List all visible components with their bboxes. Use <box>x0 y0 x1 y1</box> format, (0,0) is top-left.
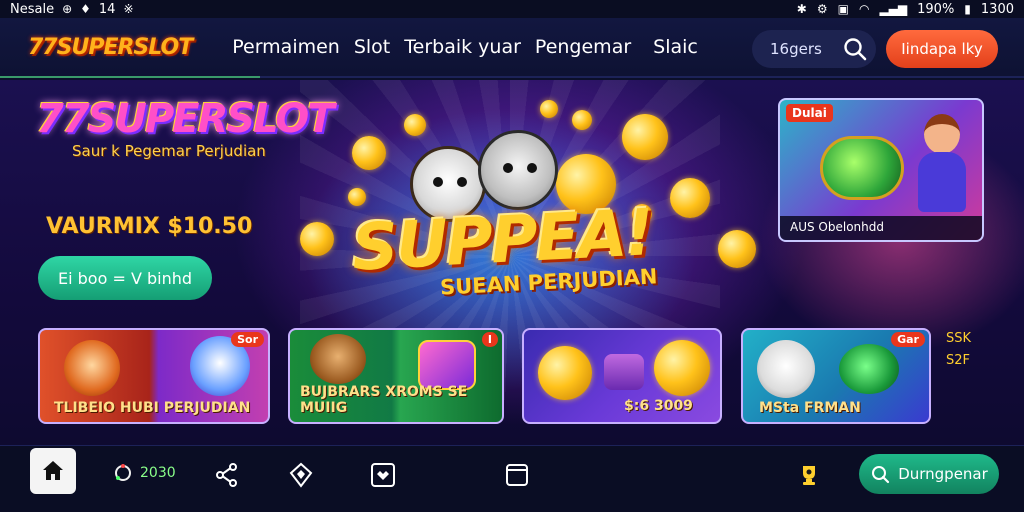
hero-logo-subtitle: Saur k Pegemar Perjudian <box>72 142 266 160</box>
search-icon[interactable] <box>842 36 868 62</box>
side-text-line: S2F <box>946 353 971 368</box>
game-label: $:6 3009 <box>624 398 693 414</box>
battery-percent: 190% <box>917 1 955 17</box>
coin-icon <box>300 222 334 256</box>
signal-icon: ♦ <box>80 2 91 16</box>
hero-cta-button[interactable]: Ei boo = V binhd <box>38 256 212 300</box>
nav-item-slaic[interactable]: Slaic <box>653 36 698 58</box>
game-badge: Sor <box>231 332 264 347</box>
trophy-icon[interactable] <box>796 462 822 488</box>
balance-value: 2030 <box>140 465 176 481</box>
search-input[interactable]: 16gers <box>752 30 876 68</box>
alarm-icon: ⚙ <box>816 2 828 16</box>
coin-icon <box>670 178 710 218</box>
coin-icon <box>718 230 756 268</box>
nav-item-terbaik[interactable]: Terbaik yuar <box>404 36 521 58</box>
search-icon <box>872 466 890 484</box>
header-logo[interactable]: 77SUPERSLOT <box>28 35 193 60</box>
coin-icon <box>348 188 366 206</box>
game-tile[interactable]: $:6 3009 <box>522 328 722 424</box>
favorite-icon[interactable] <box>370 462 396 488</box>
vibrate-icon: ▣ <box>837 2 849 16</box>
status-bar: Nesale ⊕ ♦ 14 ※ ✱ ⚙ ▣ ◠ ▂▄▆ 190% ▮ 1300 <box>0 0 1024 18</box>
coin-icon <box>352 136 386 170</box>
battery-icon: ▮ <box>964 2 971 16</box>
nav-item-permaimen[interactable]: Permaimen <box>232 36 340 58</box>
bluetooth-icon: ✱ <box>796 2 807 16</box>
header: 77SUPERSLOT Permaimen Slot Terbaik yuar … <box>0 18 1024 78</box>
search-placeholder: 16gers <box>770 40 822 58</box>
slot-machine-image <box>418 340 476 390</box>
app-icon: ※ <box>123 2 134 16</box>
coin-icon <box>404 114 426 136</box>
game-label: BUJBRARS XROMS SE MUIIG <box>300 384 468 416</box>
status-time-left: 14 <box>98 1 116 17</box>
notification-icon: ⊕ <box>62 2 73 16</box>
home-icon <box>43 461 63 480</box>
active-nav-indicator <box>0 76 260 78</box>
game-badge: Gar <box>891 332 925 347</box>
character-image <box>914 114 970 214</box>
nav-item-slot[interactable]: Slot <box>354 36 390 58</box>
balance-item[interactable]: 2030 <box>110 460 176 486</box>
coin-icon <box>540 100 558 118</box>
game-badge: I <box>481 332 498 347</box>
polar-bear-image <box>757 340 815 398</box>
main-nav: Permaimen Slot Terbaik yuar Pengemar Sla… <box>232 36 698 58</box>
featured-badge: Dulai <box>786 104 833 122</box>
promo-amount: VAURMIX $10.50 <box>46 214 253 239</box>
status-left-text: Nesale <box>10 1 55 17</box>
coin-icon <box>622 114 668 160</box>
game-label: TLIBEIO HUBI PERJUDIAN <box>54 400 251 416</box>
share-icon[interactable] <box>214 462 240 488</box>
coin-icon <box>654 340 710 396</box>
game-tile[interactable]: Sor TLIBEIO HUBI PERJUDIAN <box>38 328 270 424</box>
nav-item-pengemar[interactable]: Pengemar <box>535 36 631 58</box>
bear-mascot <box>478 130 558 210</box>
game-label: MSta FRMAN <box>759 400 861 416</box>
featured-caption: AUS Obelonhdd <box>780 216 982 240</box>
character-image <box>310 334 366 384</box>
wifi-icon: ◠ <box>858 2 870 16</box>
bottom-cta-button[interactable]: Durngpenar <box>859 454 999 494</box>
cell-signal-icon: ▂▄▆ <box>879 2 908 16</box>
hero-logo: 77SUPERSLOT <box>36 96 335 142</box>
bottom-cta-label: Durngpenar <box>898 465 988 483</box>
status-time-right: 1300 <box>980 1 1014 17</box>
coin-icon <box>538 346 592 400</box>
home-button[interactable] <box>30 448 76 494</box>
header-action-button[interactable]: Iindapa lky <box>886 30 998 68</box>
side-text-line: SSK <box>946 331 972 346</box>
featured-game-card[interactable]: Dulai AUS Obelonhdd <box>778 98 984 242</box>
fox-character-image <box>64 340 120 396</box>
app-screen: Nesale ⊕ ♦ 14 ※ ✱ ⚙ ▣ ◠ ▂▄▆ 190% ▮ 1300 … <box>0 0 1024 512</box>
character-image <box>839 344 899 394</box>
game-tile[interactable]: I BUJBRARS XROMS SE MUIIG <box>288 328 504 424</box>
window-icon[interactable] <box>504 462 530 488</box>
game-tile[interactable]: Gar MSta FRMAN <box>741 328 931 424</box>
bottom-nav: 2030 Durngpenar <box>0 445 1024 512</box>
treasure-chest-image <box>604 354 644 390</box>
side-promo-text: SSK S2F <box>946 328 1006 372</box>
diamond-icon[interactable] <box>288 462 314 488</box>
hero-banner: 77SUPERSLOT Saur k Pegemar Perjudian VAU… <box>0 80 1024 445</box>
wallet-icon <box>115 464 131 481</box>
coin-icon <box>572 110 592 130</box>
jackpot-machine-image <box>820 136 904 200</box>
